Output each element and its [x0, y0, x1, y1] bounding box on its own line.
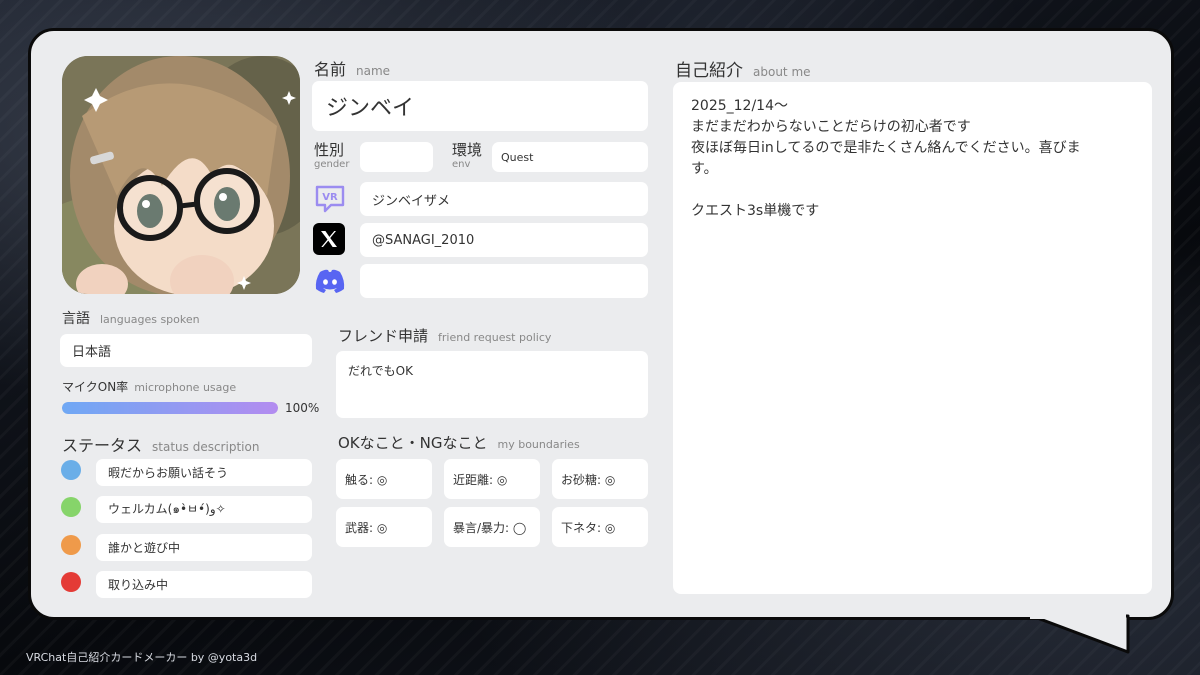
name-field[interactable]: ジンベイ — [312, 81, 648, 131]
mic-heading: マイクON率 microphone usage — [62, 380, 237, 394]
about-line — [691, 180, 1134, 201]
languages-field[interactable]: 日本語 — [60, 334, 312, 367]
env-label: 環境 env — [452, 141, 483, 170]
x-handle-field[interactable]: @SANAGI_2010 — [360, 223, 648, 257]
about-line: まだまだわからないことだらけの初心者です — [691, 119, 971, 135]
status-dot-red — [61, 572, 81, 592]
status-text-3[interactable]: 誰かと遊び中 — [96, 534, 312, 561]
x-logo-icon — [313, 223, 345, 255]
about-line: す。 — [691, 161, 718, 177]
vrchat-icon: VR — [313, 182, 347, 216]
status-text-2[interactable]: ウェルカム(๑•̀ㅂ•́)و✧ — [96, 496, 312, 523]
about-heading: 自己紹介 about me — [675, 61, 811, 81]
boundary-sugar[interactable]: お砂糖: ◎ — [552, 459, 648, 499]
gender-label: 性別 gender — [314, 141, 350, 170]
status-heading: ステータス status description — [62, 436, 260, 455]
name-heading: 名前 name — [314, 60, 391, 79]
about-me-text[interactable]: 2025_12/14〜 まだまだわからないことだらけの初心者です 夜ほぼ毎日in… — [673, 82, 1152, 594]
avatar-image — [62, 56, 300, 294]
boundary-close-distance[interactable]: 近距離: ◎ — [444, 459, 540, 499]
mic-progress-bar — [62, 402, 278, 414]
mic-percent-text: 100% — [285, 401, 320, 415]
status-text-1[interactable]: 暇だからお願い話そう — [96, 459, 312, 486]
friend-heading: フレンド申請 friend request policy — [338, 327, 552, 345]
boundary-dirty-jokes[interactable]: 下ネタ: ◎ — [552, 507, 648, 547]
status-dot-green — [61, 497, 81, 517]
about-line: 夜ほぼ毎日inしてるので是非たくさん絡んでください。喜びま — [691, 140, 1081, 156]
gender-field[interactable] — [360, 142, 433, 172]
about-line: 2025_12/14〜 — [691, 98, 788, 114]
boundary-abuse[interactable]: 暴言/暴力: ◯ — [444, 507, 540, 547]
svg-text:VR: VR — [322, 192, 338, 203]
languages-heading: 言語 languages spoken — [62, 311, 200, 327]
boundaries-heading: OKなこと・NGなこと my boundaries — [338, 434, 580, 452]
discord-icon — [313, 264, 347, 298]
boundary-touch[interactable]: 触る: ◎ — [336, 459, 432, 499]
boundary-weapons[interactable]: 武器: ◎ — [336, 507, 432, 547]
friend-policy-field[interactable]: だれでもOK — [336, 351, 648, 418]
discord-field[interactable] — [360, 264, 648, 298]
about-line: クエスト3s単機です — [691, 203, 820, 219]
status-dot-orange — [61, 535, 81, 555]
footer-credit: VRChat自己紹介カードメーカー by @yota3d — [26, 651, 258, 664]
status-text-4[interactable]: 取り込み中 — [96, 571, 312, 598]
bubble-tail — [1030, 614, 1130, 654]
mic-progress-fill — [62, 402, 278, 414]
env-field[interactable]: Quest — [492, 142, 648, 172]
vrchat-name-field[interactable]: ジンベイザメ — [360, 182, 648, 216]
status-dot-blue — [61, 460, 81, 480]
